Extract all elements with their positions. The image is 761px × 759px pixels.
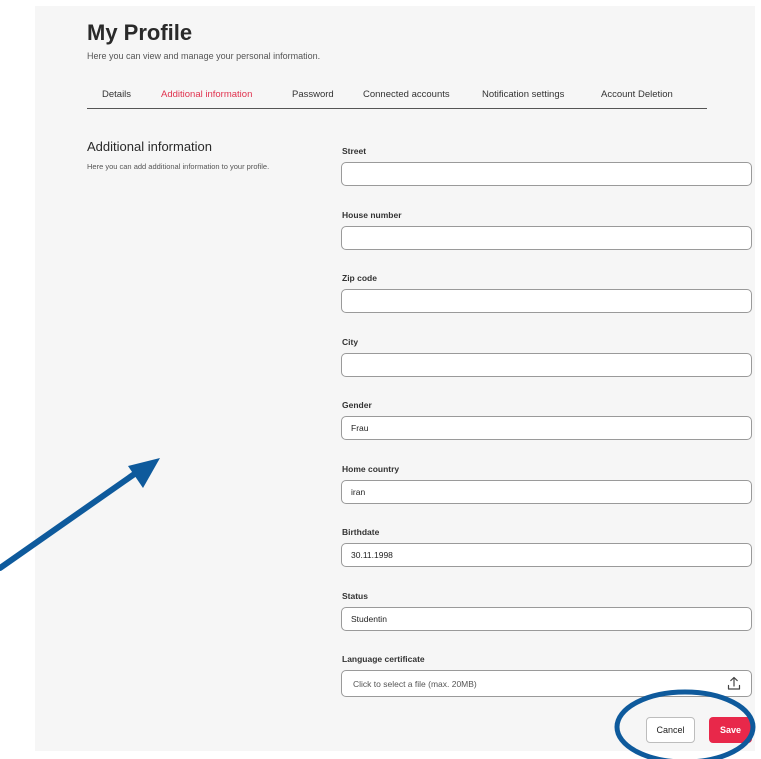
file-picker-placeholder: Click to select a file (max. 20MB) — [353, 679, 477, 689]
page-title: My Profile — [87, 20, 193, 45]
tab-additional-information[interactable]: Additional information — [161, 89, 252, 100]
home-country-input[interactable] — [341, 480, 752, 504]
home-country-label: Home country — [342, 464, 400, 474]
tab-details[interactable]: Details — [102, 89, 131, 100]
street-input[interactable] — [341, 162, 752, 186]
birthdate-input[interactable] — [341, 543, 752, 567]
tab-account-deletion[interactable]: Account Deletion — [601, 89, 673, 100]
upload-icon[interactable] — [727, 676, 741, 691]
tab-connected-accounts[interactable]: Connected accounts — [363, 89, 450, 100]
tab-password[interactable]: Password — [292, 89, 334, 100]
language-certificate-file-picker[interactable]: Click to select a file (max. 20MB) — [341, 670, 752, 697]
gender-input[interactable] — [341, 416, 752, 440]
house-number-input[interactable] — [341, 226, 752, 250]
house-number-label: House number — [342, 210, 402, 220]
status-input[interactable] — [341, 607, 752, 631]
gender-label: Gender — [342, 400, 372, 410]
status-label: Status — [342, 591, 368, 601]
page-subtitle: Here you can view and manage your person… — [87, 51, 321, 61]
profile-tabs: Details Additional information Password … — [87, 84, 707, 109]
section-title: Additional information — [87, 139, 213, 154]
profile-page: My Profile Here you can view and manage … — [35, 6, 755, 751]
street-label: Street — [342, 146, 367, 156]
zip-code-label: Zip code — [342, 273, 377, 283]
section-description: Here you can add additional information … — [87, 162, 270, 171]
zip-code-input[interactable] — [341, 289, 752, 313]
cancel-button[interactable]: Cancel — [646, 717, 695, 743]
tab-notification-settings[interactable]: Notification settings — [482, 89, 564, 100]
city-input[interactable] — [341, 353, 752, 377]
birthdate-label: Birthdate — [342, 527, 380, 537]
city-label: City — [342, 337, 359, 347]
save-button[interactable]: Save — [709, 717, 752, 743]
language-certificate-label: Language certificate — [342, 654, 425, 664]
